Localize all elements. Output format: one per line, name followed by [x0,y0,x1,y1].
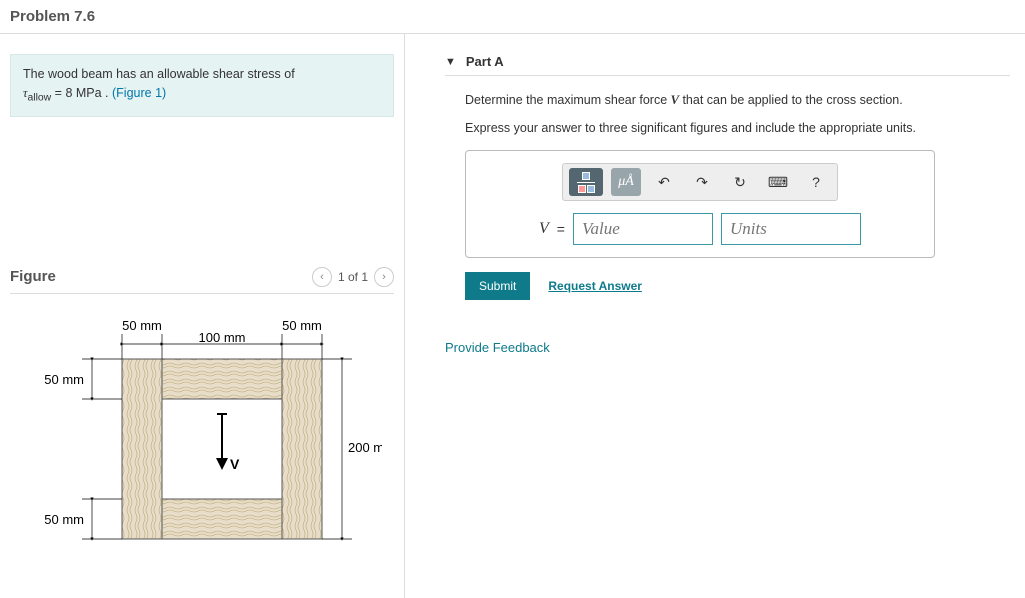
figure-diagram: 50 mm 100 mm 50 mm 50 mm [22,314,382,544]
dim-top-left: 50 mm [122,318,162,333]
units-button[interactable]: μÅ [611,168,641,196]
problem-statement: The wood beam has an allowable shear str… [10,54,394,117]
answer-var-label: V [539,220,549,238]
reset-button[interactable]: ↻ [725,168,755,196]
units-input[interactable] [721,213,861,245]
equals-sign: = [557,221,565,237]
part-header[interactable]: ▼ Part A [445,54,1010,76]
figure-header: Figure ‹ 1 of 1 › [10,267,394,294]
pager-text: 1 of 1 [338,270,368,284]
prompt-text: The wood beam has an allowable shear str… [23,67,295,81]
prompt-eq: = 8 MPa [51,86,101,100]
figure-link[interactable]: (Figure 1) [112,86,166,100]
left-column: The wood beam has an allowable shear str… [0,34,405,598]
problem-title: Problem 7.6 [10,8,1015,25]
button-row: Submit Request Answer [465,272,1010,300]
keyboard-button[interactable]: ⌨ [763,168,793,196]
caret-down-icon: ▼ [445,56,456,68]
help-button[interactable]: ? [801,168,831,196]
input-row: V = [478,213,922,245]
tau-subscript: allow [27,92,51,103]
part-label: Part A [466,54,504,69]
instr-prefix: Determine the maximum shear force [465,93,671,107]
answer-box: μÅ ↶ ↷ ↻ ⌨ ? V = [465,150,935,258]
figure-title: Figure [10,268,56,285]
dim-left-upper: 50 mm [44,372,84,387]
dim-top-right: 50 mm [282,318,322,333]
instruction-line1: Determine the maximum shear force V that… [465,90,1010,110]
problem-header: Problem 7.6 [0,0,1025,34]
shear-label: V [230,456,240,472]
dim-left-lower: 50 mm [44,512,84,527]
figure-pager: ‹ 1 of 1 › [312,267,394,287]
instr-suffix: that can be applied to the cross section… [679,93,903,107]
pager-next-button[interactable]: › [374,267,394,287]
dim-right-total: 200 mm [348,440,382,455]
provide-feedback-link[interactable]: Provide Feedback [445,340,1010,355]
right-column: ▼ Part A Determine the maximum shear for… [405,34,1025,598]
answer-toolbar: μÅ ↶ ↷ ↻ ⌨ ? [562,163,838,201]
prompt-period: . [102,86,112,100]
submit-button[interactable]: Submit [465,272,530,300]
value-input[interactable] [573,213,713,245]
undo-button[interactable]: ↶ [649,168,679,196]
pager-prev-button[interactable]: ‹ [312,267,332,287]
dim-top-mid: 100 mm [199,330,246,345]
templates-button[interactable] [569,168,603,196]
redo-button[interactable]: ↷ [687,168,717,196]
instr-var: V [671,93,679,107]
request-answer-link[interactable]: Request Answer [548,279,642,293]
instruction-line2: Express your answer to three significant… [465,118,1010,138]
